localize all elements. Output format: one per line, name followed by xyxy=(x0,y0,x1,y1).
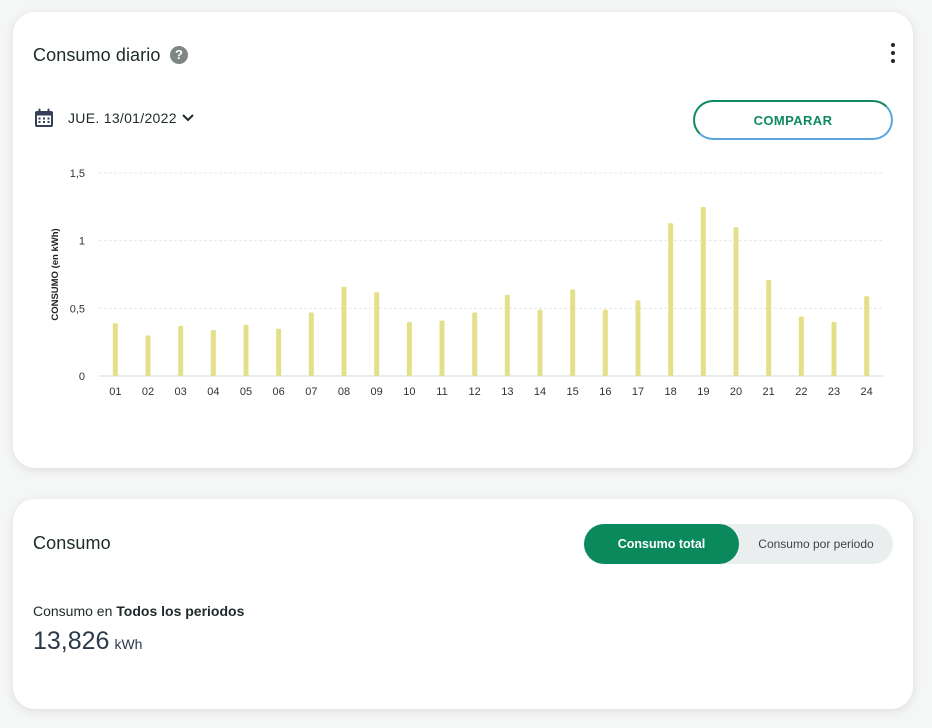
x-tick-label: 13 xyxy=(501,386,513,398)
x-tick-label: 20 xyxy=(730,386,742,398)
x-tick-label: 09 xyxy=(371,386,383,398)
bar-hour-12[interactable] xyxy=(472,312,478,376)
bar-hour-03[interactable] xyxy=(178,325,184,376)
summary-line: Consumo en Todos los periodos xyxy=(33,603,244,619)
bar-hour-06[interactable] xyxy=(276,328,282,376)
x-tick-label: 16 xyxy=(599,386,611,398)
x-tick-label: 01 xyxy=(109,386,121,398)
bar-hour-01[interactable] xyxy=(112,323,118,376)
x-tick-label: 05 xyxy=(240,386,252,398)
x-tick-label: 02 xyxy=(142,386,154,398)
daily-consumption-card: Consumo diario ? JUE. 13/01/2022 COMPARA… xyxy=(13,12,913,468)
y-tick-label: 1,5 xyxy=(70,168,85,180)
x-tick-label: 19 xyxy=(697,386,709,398)
x-tick-label: 03 xyxy=(175,386,187,398)
bar-hour-05[interactable] xyxy=(243,324,249,376)
bar-hour-14[interactable] xyxy=(537,309,543,376)
bar-hour-08[interactable] xyxy=(341,286,347,376)
total-value: 13,826 xyxy=(33,627,110,655)
bar-hour-24[interactable] xyxy=(864,296,870,376)
summary-period: Todos los periodos xyxy=(116,603,245,619)
x-tick-label: 12 xyxy=(469,386,481,398)
x-tick-label: 07 xyxy=(305,386,317,398)
bar-hour-07[interactable] xyxy=(308,312,314,376)
y-tick-label: 0 xyxy=(79,371,85,383)
consumption-mode-toggle: Consumo total Consumo por periodo xyxy=(584,524,893,564)
bar-hour-02[interactable] xyxy=(145,335,151,376)
bar-hour-19[interactable] xyxy=(700,206,706,376)
y-tick-label: 0,5 xyxy=(70,303,85,315)
chart-y-axis-label: CONSUMO (en kWh) xyxy=(50,228,61,320)
x-tick-label: 17 xyxy=(632,386,644,398)
summary-prefix: Consumo en xyxy=(33,603,117,619)
bar-hour-20[interactable] xyxy=(733,227,739,376)
toggle-consumo-total[interactable]: Consumo total xyxy=(584,524,739,564)
x-tick-label: 14 xyxy=(534,386,546,398)
bar-hour-04[interactable] xyxy=(210,329,216,376)
x-tick-label: 10 xyxy=(403,386,415,398)
bar-hour-16[interactable] xyxy=(602,309,608,376)
consumption-summary-card: Consumo Consumo total Consumo por period… xyxy=(13,499,913,709)
x-tick-label: 23 xyxy=(828,386,840,398)
consumption-chart: 01 02 03 04 05 06 07 08 09 10 11 12 13 14 15 16 17 18 19 20… xyxy=(50,168,883,398)
bar-hour-17[interactable] xyxy=(635,300,641,376)
total-consumption: 13,826 kWh xyxy=(33,627,142,656)
x-tick-label: 11 xyxy=(436,386,447,398)
x-tick-label: 15 xyxy=(567,386,579,398)
bar-hour-09[interactable] xyxy=(374,292,380,376)
x-tick-label: 24 xyxy=(861,386,873,398)
bar-hour-22[interactable] xyxy=(798,316,804,376)
consumo-card-title: Consumo xyxy=(33,533,111,553)
bar-hour-13[interactable] xyxy=(504,294,510,376)
bar-hour-11[interactable] xyxy=(439,320,445,376)
toggle-consumo-por-periodo[interactable]: Consumo por periodo xyxy=(739,524,893,564)
x-tick-label: 21 xyxy=(763,386,775,398)
x-tick-label: 18 xyxy=(665,386,677,398)
y-tick-label: 1 xyxy=(79,236,85,248)
total-unit: kWh xyxy=(114,636,143,652)
x-tick-label: 06 xyxy=(273,386,285,398)
x-tick-label: 04 xyxy=(207,386,219,398)
x-tick-label: 08 xyxy=(338,386,350,398)
bar-hour-10[interactable] xyxy=(406,321,412,376)
bar-hour-21[interactable] xyxy=(766,279,772,376)
bar-hour-18[interactable] xyxy=(668,223,674,376)
x-tick-label: 22 xyxy=(795,386,807,398)
bar-hour-15[interactable] xyxy=(570,289,576,376)
bar-hour-23[interactable] xyxy=(831,321,837,376)
